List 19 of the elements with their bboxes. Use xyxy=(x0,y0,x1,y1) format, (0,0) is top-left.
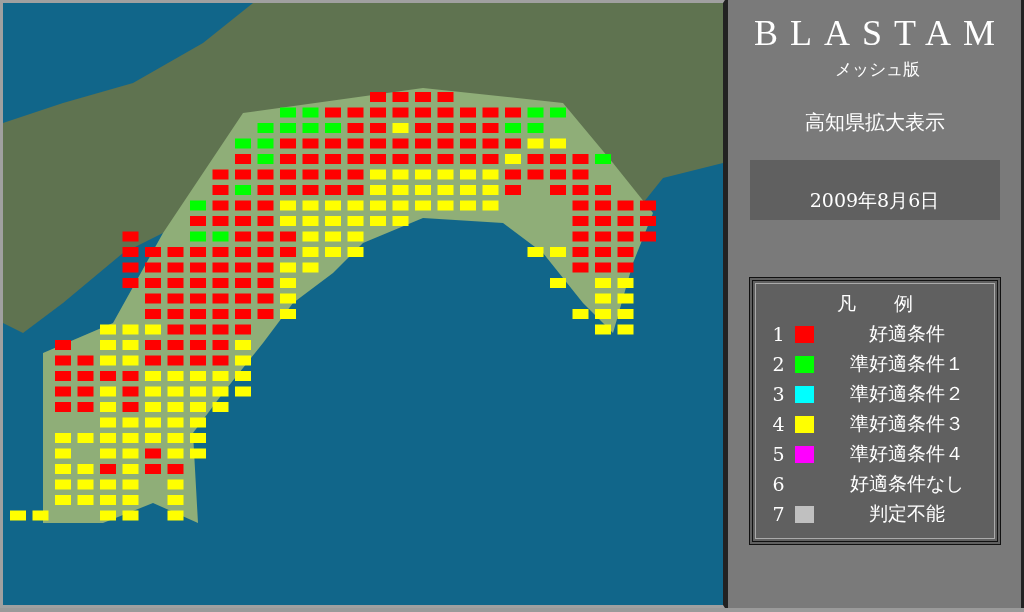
legend-number: 3 xyxy=(772,383,786,405)
legend-label: 判定不能 xyxy=(868,502,945,524)
legend-number: 4 xyxy=(772,413,786,435)
legend-label: 準好適条件３ xyxy=(849,412,964,434)
legend-label: 好適条件 xyxy=(868,322,945,344)
legend-label: 好適条件なし xyxy=(849,472,964,494)
legend-label: 準好適条件２ xyxy=(849,382,964,404)
legend-number: 6 xyxy=(772,473,786,495)
view-label: 高知県拡大表示 xyxy=(804,109,945,136)
app-subtitle: メッシュ版 xyxy=(834,58,920,81)
app-title: BLASTAM xyxy=(752,12,1008,54)
legend-label: 準好適条件１ xyxy=(849,352,964,374)
legend-number: 5 xyxy=(772,443,786,465)
legend-label: 準好適条件４ xyxy=(849,442,964,464)
date-display: 2009年8月6日 xyxy=(749,160,1000,220)
legend-number: 2 xyxy=(772,353,786,375)
legend-number: 1 xyxy=(772,323,786,345)
legend-number: 7 xyxy=(772,503,786,525)
legend-heading: 凡 例 xyxy=(835,291,914,316)
